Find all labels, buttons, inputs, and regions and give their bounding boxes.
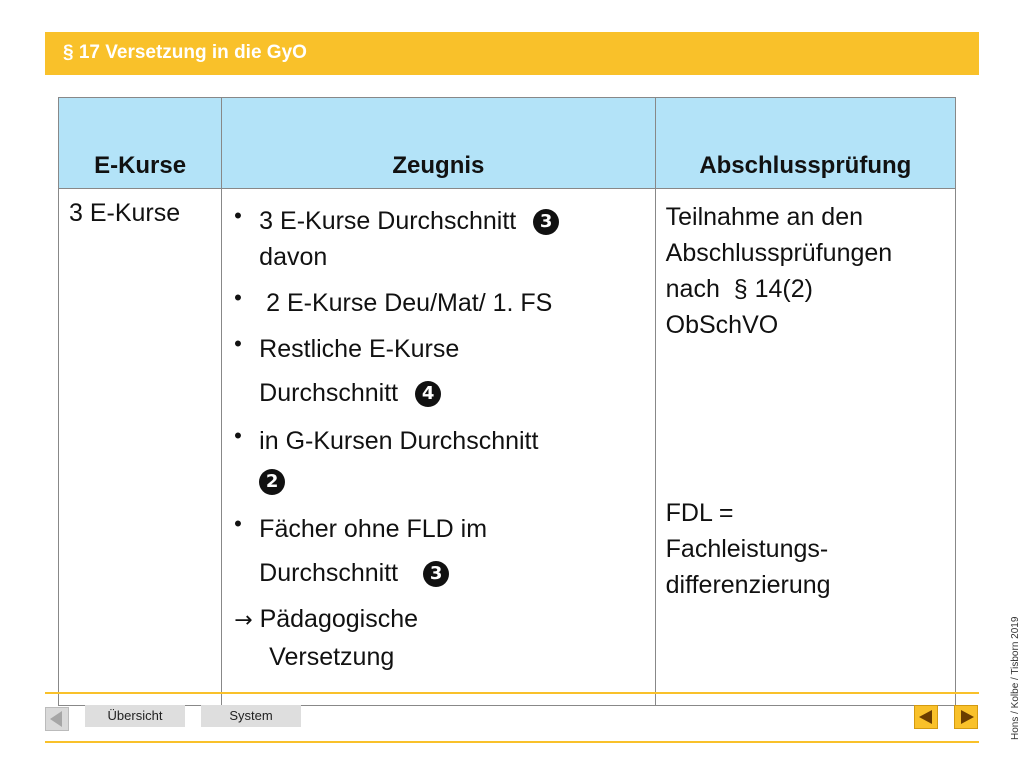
conclusion-line-2: Versetzung: [269, 643, 395, 671]
zeugnis-item-2: • 2 E-Kurse Deu/Mat/ 1. FS: [234, 285, 654, 321]
bullet: •: [234, 511, 242, 536]
table-header-row: E-Kurse Zeugnis Abschlussprüfung: [57, 97, 957, 189]
title-bar: § 17 Versetzung in die GyO: [45, 32, 979, 75]
credit-text: Hons / Kolbe / Tisborn 2019: [1010, 616, 1021, 740]
zeugnis-item-1-line-1: 3 E-Kurse Durchschnitt: [259, 207, 517, 235]
prev-arrow-icon[interactable]: [914, 705, 938, 729]
header-abschlusspruefung: Abschlussprüfung: [654, 97, 957, 189]
zeugnis-item-5-line-2: Durchschnitt: [259, 559, 399, 587]
abschluss-line: Abschlussprüfungen: [665, 239, 893, 267]
header-zeugnis: Zeugnis: [221, 97, 656, 189]
tab-system[interactable]: System: [201, 705, 301, 727]
fdl-line: differenzierung: [665, 571, 831, 599]
number-badge-icon: 4: [415, 381, 442, 407]
page-title: § 17 Versetzung in die GyO: [63, 42, 307, 63]
abschluss-block-1: Teilnahme an den Abschlussprüfungen nach…: [666, 199, 947, 343]
zeugnis-item-2-line-1: 2 E-Kurse Deu/Mat/ 1. FS: [259, 289, 553, 317]
zeugnis-item-3-line-2: Durchschnitt: [259, 379, 399, 407]
abschluss-line: Teilnahme an den: [665, 203, 864, 231]
cell-e-kurse: 3 E-Kurse: [57, 188, 223, 706]
bullet: •: [234, 423, 242, 448]
conclusion-line-1: Pädagogische: [259, 605, 419, 633]
zeugnis-item-3: • Restliche E-Kurse Durchschnitt 4: [234, 331, 654, 411]
versetzung-table: E-Kurse Zeugnis Abschlussprüfung 3 E-Kur…: [57, 97, 957, 706]
zeugnis-item-4: • in G-Kursen Durchschnitt 2: [234, 423, 654, 499]
zeugnis-item-1-line-2: davon: [259, 243, 328, 271]
conclusion: → Pädagogische Versetzung: [234, 601, 654, 675]
footer-rule-bottom: [45, 741, 979, 743]
bullet: •: [234, 331, 242, 356]
fdl-line: Fachleistungs-: [665, 535, 829, 563]
fdl-line: FDL =: [665, 499, 734, 527]
right-arrow-icon: →: [234, 608, 253, 633]
cell-zeugnis: • 3 E-Kurse Durchschnitt 3 davon • 2 E-K…: [221, 188, 656, 706]
nav-left-disabled-icon[interactable]: [45, 707, 69, 731]
abschluss-line: nach § 14(2): [665, 275, 813, 303]
footer-rule-top: [45, 692, 979, 694]
header-e-kurse: E-Kurse: [57, 97, 223, 189]
number-badge-icon: 2: [259, 469, 286, 495]
table-row: 3 E-Kurse • 3 E-Kurse Durchschnitt 3 dav…: [57, 188, 957, 706]
cell-abschlusspruefung: Teilnahme an den Abschlussprüfungen nach…: [654, 188, 957, 706]
zeugnis-item-5: • Fächer ohne FLD im Durchschnitt 3: [234, 511, 654, 591]
number-badge-icon: 3: [423, 561, 450, 587]
zeugnis-item-1: • 3 E-Kurse Durchschnitt 3 davon: [234, 203, 654, 275]
zeugnis-item-5-line-1: Fächer ohne FLD im: [259, 515, 488, 543]
bullet: •: [234, 203, 242, 228]
zeugnis-item-4-line-1: in G-Kursen Durchschnitt: [259, 427, 539, 455]
bullet: •: [234, 285, 242, 310]
tab-uebersicht[interactable]: Übersicht: [85, 705, 185, 727]
next-arrow-icon[interactable]: [954, 705, 978, 729]
e-kurse-value: 3 E-Kurse: [69, 199, 181, 227]
abschluss-line: ObSchVO: [665, 311, 779, 339]
zeugnis-item-3-line-1: Restliche E-Kurse: [259, 335, 460, 363]
abschluss-block-2: FDL = Fachleistungs- differenzierung: [666, 495, 947, 603]
number-badge-icon: 3: [533, 209, 560, 235]
